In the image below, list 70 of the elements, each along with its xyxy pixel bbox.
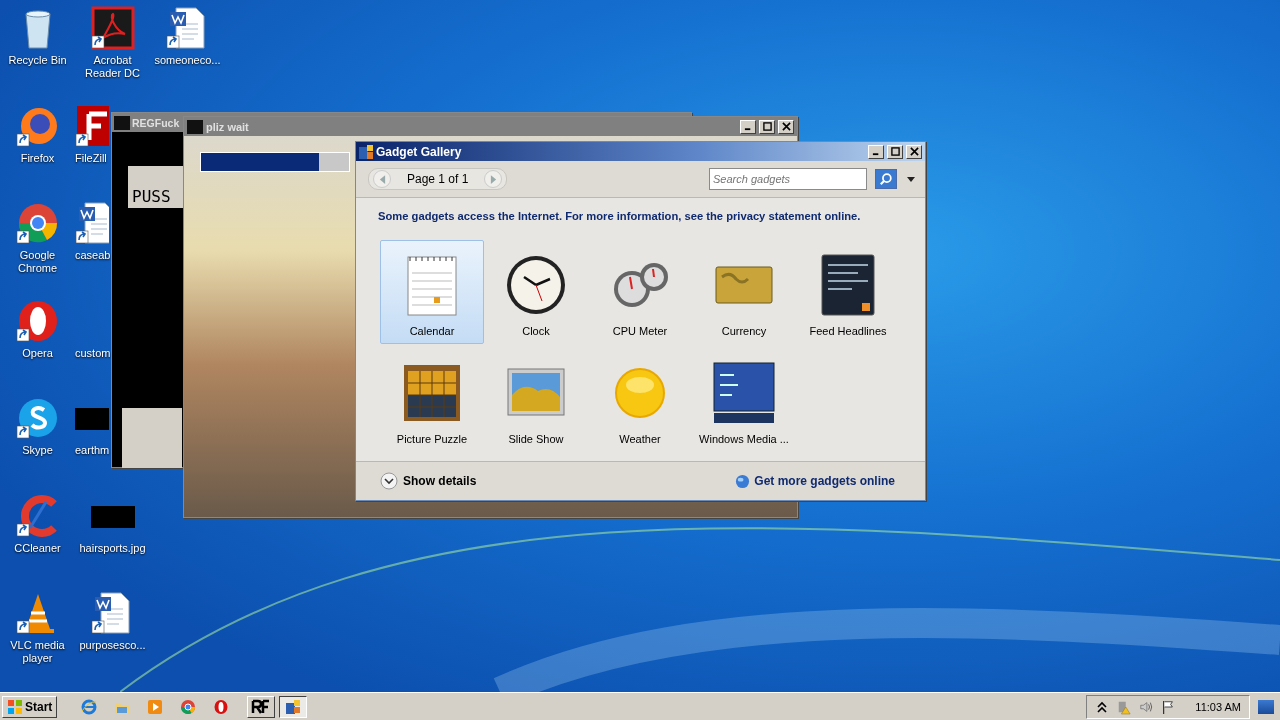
search-button[interactable] bbox=[875, 169, 897, 189]
document-icon[interactable] bbox=[75, 201, 109, 245]
filezilla-icon[interactable] bbox=[75, 103, 109, 148]
desktop-icon-label[interactable]: caseab bbox=[75, 249, 111, 262]
flag-icon[interactable] bbox=[1161, 698, 1176, 715]
desktop-icon-label[interactable]: Firefox bbox=[20, 151, 55, 165]
gadget-window-icon bbox=[285, 698, 302, 715]
globe-icon bbox=[735, 473, 751, 489]
desktop-icon-label[interactable]: Opera bbox=[22, 346, 53, 360]
search-icon bbox=[879, 172, 893, 186]
opera-icon[interactable] bbox=[15, 298, 60, 343]
gadget-tile[interactable]: Currency bbox=[692, 240, 796, 344]
start-button[interactable]: Start bbox=[2, 695, 58, 718]
desktop-icon-label[interactable]: VLC media player bbox=[1, 639, 74, 665]
gadget-tile[interactable]: Windows Media ... bbox=[692, 348, 796, 452]
taskbar-button[interactable] bbox=[279, 695, 308, 718]
minimize-button[interactable] bbox=[740, 119, 756, 134]
ccleaner-icon[interactable] bbox=[15, 493, 60, 538]
maximize-button[interactable] bbox=[759, 119, 775, 134]
desktop-icon-label[interactable]: Skype bbox=[22, 444, 53, 457]
right-arrow-icon bbox=[489, 174, 497, 184]
skype-icon[interactable] bbox=[15, 396, 60, 440]
desktop-icon-label[interactable]: Recycle Bin bbox=[8, 54, 67, 67]
close-icon bbox=[909, 147, 919, 156]
desktop-icon-label[interactable]: custom bbox=[75, 346, 111, 360]
desktop-icon-label[interactable]: someoneco... bbox=[154, 54, 221, 67]
page-label: Page 1 of 1 bbox=[406, 172, 470, 186]
pdf-icon[interactable] bbox=[90, 6, 135, 50]
show-details-button[interactable]: Show details bbox=[380, 472, 477, 490]
media-panel-icon bbox=[712, 361, 776, 425]
desktop-icon-label[interactable]: FileZill bbox=[75, 151, 107, 165]
gadget-tile[interactable]: Picture Puzzle bbox=[380, 348, 484, 452]
gadget-tile[interactable]: Slide Show bbox=[484, 348, 588, 452]
chrome-icon[interactable] bbox=[180, 698, 197, 715]
maximize-icon bbox=[890, 147, 900, 156]
get-more-gadgets-link[interactable]: Get more gadgets online bbox=[735, 473, 895, 489]
gadget-tile[interactable]: CPU Meter bbox=[588, 240, 692, 344]
close-icon bbox=[781, 122, 791, 131]
maximize-button[interactable] bbox=[887, 144, 903, 159]
desktop-icon-label[interactable]: purposesco... bbox=[79, 639, 146, 652]
chevron-down-icon bbox=[380, 472, 398, 490]
gadget-tile[interactable]: Clock bbox=[484, 240, 588, 344]
minimize-button[interactable] bbox=[868, 144, 884, 159]
clock-icon bbox=[504, 253, 568, 317]
window-title: REGFuck bbox=[132, 116, 180, 129]
close-button[interactable] bbox=[906, 144, 922, 159]
privacy-notice: Some gadgets access the Internet. For more information, see the privacy statement online. bbox=[377, 209, 862, 222]
windows-logo-icon bbox=[7, 698, 23, 715]
maximize-icon bbox=[762, 122, 772, 131]
opera-icon[interactable] bbox=[213, 698, 230, 715]
show-desktop-button[interactable] bbox=[1258, 699, 1274, 714]
left-arrow-icon bbox=[378, 174, 386, 184]
search-field[interactable]: Search gadgets bbox=[709, 168, 867, 190]
dropdown-arrow-icon[interactable] bbox=[907, 176, 915, 182]
gadget-window-icon bbox=[359, 144, 373, 159]
gadget-tile[interactable]: Weather bbox=[588, 348, 692, 452]
gadget-tile[interactable]: Feed Headlines bbox=[796, 240, 900, 344]
desktop-icon-label[interactable]: earthm bbox=[75, 444, 110, 457]
window-title: Gadget Gallery bbox=[376, 144, 462, 159]
desktop-icon-label[interactable]: CCleaner bbox=[14, 541, 61, 555]
close-button[interactable] bbox=[778, 119, 794, 134]
gadget-tile[interactable]: Calendar bbox=[380, 240, 484, 344]
internet-explorer-icon[interactable] bbox=[81, 698, 98, 715]
desktop-icon-label[interactable]: Acrobat Reader DC bbox=[76, 54, 149, 80]
window-title: pliz wait bbox=[206, 120, 249, 133]
clock-time[interactable]: 11:03 AM bbox=[1195, 700, 1241, 713]
chrome-icon[interactable] bbox=[15, 201, 60, 245]
desktop-icon-label[interactable]: Google Chrome bbox=[1, 249, 74, 275]
panel-text: PUSS bbox=[132, 187, 171, 206]
desktop-icon-label[interactable]: hairsports.jpg bbox=[79, 541, 146, 555]
